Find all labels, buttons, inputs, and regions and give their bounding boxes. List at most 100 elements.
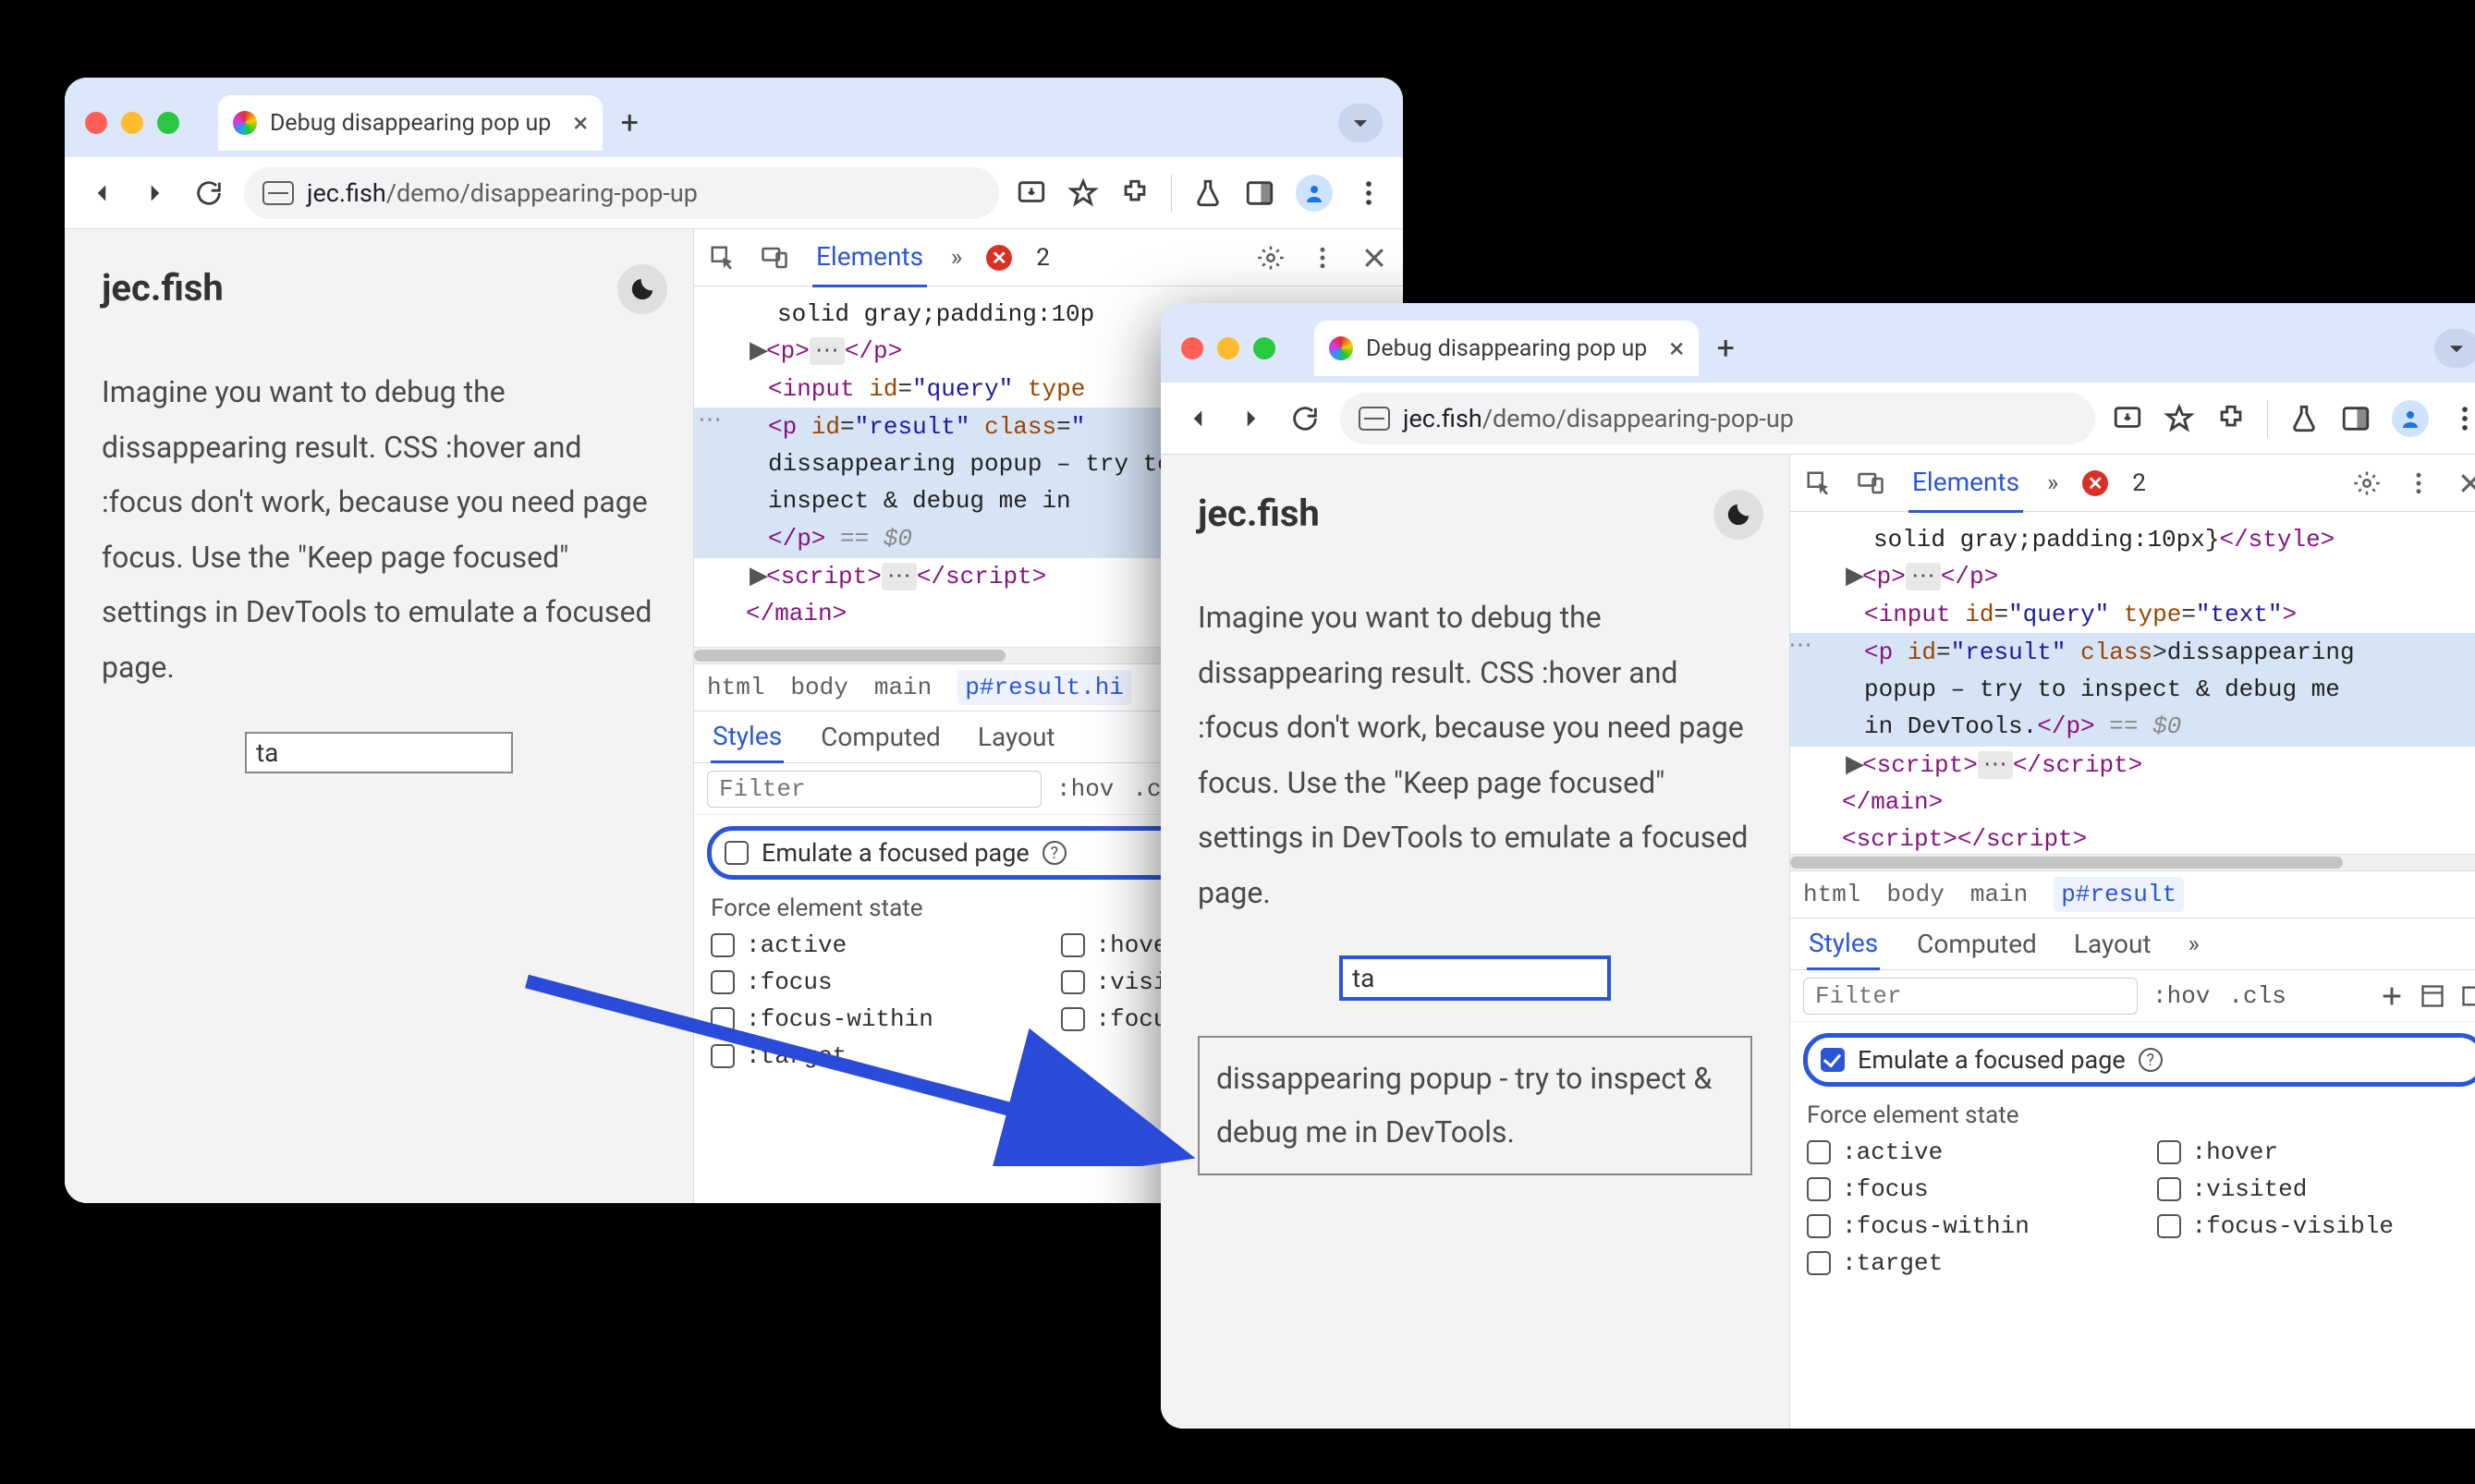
computed-styles-icon[interactable] [2420, 983, 2445, 1009]
theme-toggle-button[interactable] [1713, 490, 1763, 540]
query-input[interactable] [245, 732, 513, 773]
kebab-menu-icon[interactable] [1309, 244, 1336, 272]
more-tabs-button[interactable]: » [2188, 931, 2200, 958]
crumb-main[interactable]: main [1970, 881, 2028, 908]
state-target[interactable]: :target [1807, 1249, 2133, 1277]
error-badge-icon[interactable]: ✕ [2082, 470, 2108, 496]
minimize-window-icon[interactable] [1217, 337, 1239, 359]
bookmark-star-icon[interactable] [2164, 403, 2195, 434]
hov-toggle[interactable]: :hov [2152, 982, 2210, 1010]
help-icon[interactable]: ? [2139, 1048, 2163, 1072]
new-tab-button[interactable]: + [612, 105, 647, 140]
maximize-window-icon[interactable] [1253, 337, 1275, 359]
tabs-dropdown-button[interactable] [2434, 329, 2475, 368]
crumb-main[interactable]: main [874, 674, 932, 701]
gear-icon[interactable] [2353, 469, 2381, 497]
close-tab-icon[interactable]: × [1669, 333, 1684, 365]
install-app-icon[interactable] [2112, 403, 2143, 434]
kebab-menu-icon[interactable] [1353, 177, 1384, 209]
profile-avatar[interactable] [2392, 400, 2429, 437]
state-focus-visible[interactable]: :focus-visible [2157, 1212, 2475, 1240]
emulate-checkbox[interactable] [725, 841, 749, 865]
tab-layout[interactable]: Layout [2074, 929, 2152, 959]
state-focus[interactable]: :focus [1807, 1175, 2133, 1203]
tabs-dropdown-button[interactable] [1338, 103, 1383, 142]
close-devtools-icon[interactable] [2457, 469, 2475, 497]
query-input[interactable] [1341, 957, 1609, 999]
crumb-body[interactable]: body [1886, 881, 1944, 908]
dom-tree[interactable]: solid gray;padding:10px}</style> ▶<p>⋯</… [1790, 512, 2475, 854]
browser-tab[interactable]: Debug disappearing pop up × [218, 95, 603, 151]
side-panel-icon[interactable] [2340, 403, 2371, 434]
reload-button[interactable] [190, 175, 227, 212]
back-button[interactable] [1179, 400, 1216, 437]
dom-scrollbar[interactable]: .right .scrollbar-h::after{width:78%} [1790, 854, 2475, 870]
crumb-html[interactable]: html [707, 674, 764, 701]
site-info-icon[interactable] [262, 181, 294, 205]
back-button[interactable] [83, 175, 120, 212]
styles-filter-input[interactable] [707, 771, 1042, 808]
state-active[interactable]: :active [1807, 1138, 2133, 1166]
inspect-element-icon[interactable] [1805, 469, 1833, 497]
emulate-focused-page-setting[interactable]: Emulate a focused page ? [1803, 1033, 2475, 1087]
help-icon[interactable]: ? [1042, 841, 1067, 865]
state-target[interactable]: :target [711, 1042, 1037, 1070]
new-tab-button[interactable]: + [1708, 331, 1743, 366]
tab-styles[interactable]: Styles [1807, 918, 1880, 970]
theme-toggle-button[interactable] [617, 264, 667, 314]
hov-toggle[interactable]: :hov [1056, 775, 1114, 803]
state-hover[interactable]: :hover [2157, 1138, 2475, 1166]
close-window-icon[interactable] [85, 112, 107, 134]
close-window-icon[interactable] [1181, 337, 1203, 359]
close-devtools-icon[interactable] [1360, 244, 1388, 272]
state-visited[interactable]: :visited [2157, 1175, 2475, 1203]
kebab-menu-icon[interactable] [2449, 403, 2475, 434]
forward-button[interactable] [1233, 400, 1270, 437]
tab-elements[interactable]: Elements [1908, 454, 2023, 513]
device-toggle-icon[interactable] [761, 244, 788, 272]
rendering-panel-icon[interactable] [2460, 983, 2475, 1009]
minimize-window-icon[interactable] [121, 112, 143, 134]
gear-icon[interactable] [1257, 244, 1285, 272]
more-tabs-button[interactable]: » [2047, 469, 2058, 497]
reload-button[interactable] [1286, 400, 1323, 437]
install-app-icon[interactable] [1016, 177, 1047, 209]
side-panel-icon[interactable] [1244, 177, 1275, 209]
site-info-icon[interactable] [1359, 407, 1390, 431]
error-badge-icon[interactable]: ✕ [986, 245, 1012, 271]
address-bar[interactable]: jec.fish/demo/disappearing-pop-up [244, 167, 999, 219]
forward-button[interactable] [137, 175, 174, 212]
labs-flask-icon[interactable] [2288, 403, 2320, 434]
crumb-selected[interactable]: p#result.hi [957, 670, 1131, 705]
crumb-body[interactable]: body [790, 674, 847, 701]
more-tabs-button[interactable]: » [951, 244, 962, 272]
breadcrumb[interactable]: html body main p#result [1790, 870, 2475, 918]
close-tab-icon[interactable]: × [573, 107, 588, 140]
address-bar[interactable]: jec.fish/demo/disappearing-pop-up [1340, 393, 2095, 444]
bookmark-star-icon[interactable] [1067, 177, 1099, 209]
labs-flask-icon[interactable] [1192, 177, 1224, 209]
inspect-element-icon[interactable] [709, 244, 737, 272]
kebab-menu-icon[interactable] [2405, 469, 2432, 497]
state-active[interactable]: :active [711, 931, 1037, 959]
extensions-icon[interactable] [1119, 177, 1151, 209]
crumb-selected[interactable]: p#result [2054, 877, 2184, 912]
tab-elements[interactable]: Elements [812, 228, 927, 287]
tab-computed[interactable]: Computed [1917, 929, 2037, 959]
maximize-window-icon[interactable] [157, 112, 179, 134]
state-focus-within[interactable]: :focus-within [711, 1005, 1037, 1033]
emulate-checkbox[interactable] [1821, 1048, 1845, 1072]
styles-filter-input[interactable] [1803, 978, 2138, 1015]
device-toggle-icon[interactable] [1857, 469, 1884, 497]
state-focus[interactable]: :focus [711, 968, 1037, 996]
crumb-html[interactable]: html [1803, 881, 1860, 908]
extensions-icon[interactable] [2215, 403, 2247, 434]
profile-avatar[interactable] [1296, 175, 1333, 212]
new-style-rule-icon[interactable] [2379, 983, 2405, 1009]
cls-toggle[interactable]: .cls [2228, 982, 2286, 1010]
browser-tab[interactable]: Debug disappearing pop up × [1314, 321, 1699, 376]
state-focus-within[interactable]: :focus-within [1807, 1212, 2133, 1240]
tab-computed[interactable]: Computed [821, 722, 941, 752]
tab-styles[interactable]: Styles [711, 712, 784, 763]
tab-layout[interactable]: Layout [978, 722, 1055, 752]
